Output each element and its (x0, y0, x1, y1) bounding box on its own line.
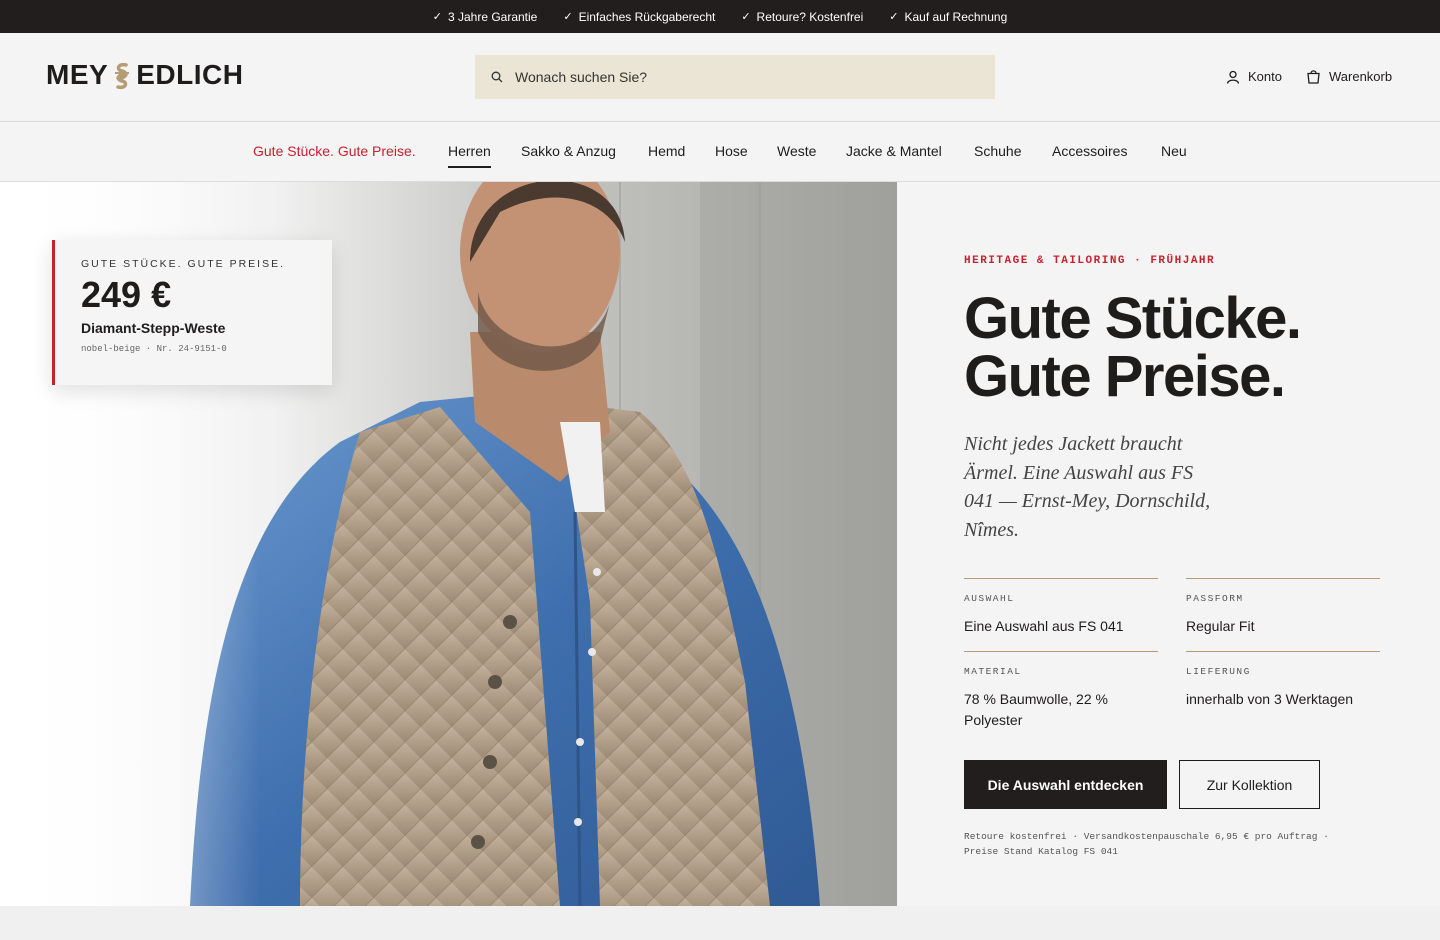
product-name: Diamant-Stepp-Weste (81, 320, 226, 336)
nav-item-accessoires[interactable]: Accessoires (1052, 143, 1127, 159)
usp-item: ✓ 3 Jahre Garantie (432, 9, 538, 24)
logo-mark-icon (112, 60, 132, 90)
site-header: MEY EDLICH Konto Warenkorb (0, 33, 1440, 122)
shipping-note: Retoure kostenfrei · Versandkostenpausch… (964, 831, 1329, 857)
search-icon (491, 71, 503, 83)
hero-kicker: HERITAGE & TAILORING · FRÜHJAHR (964, 255, 1216, 267)
nav-item-weste[interactable]: Weste (777, 143, 816, 159)
user-icon (1226, 70, 1240, 84)
usp-bar: ✓ 3 Jahre Garantie ✓ Einfaches Rückgaberec… (0, 0, 1440, 33)
hero-intro: Nicht jedes Jackett braucht Ärmel. Eine … (964, 433, 1211, 541)
check-icon: ✓ (432, 11, 442, 23)
nav-item-schuhe[interactable]: Schuhe (974, 143, 1021, 159)
spec-material: MATERIAL 78 % Baumwolle, 22 % Polyester (964, 651, 1158, 731)
price-card[interactable]: GUTE STÜCKE. GUTE PREISE. 249 € Diamant-… (52, 240, 332, 385)
nav-item-sakko-anzug[interactable]: Sakko & Anzug (521, 143, 616, 159)
spec-passform: PASSFORM Regular Fit (1186, 578, 1380, 637)
hero-content: HERITAGE & TAILORING · FRÜHJAHR Gute Stü… (897, 182, 1440, 906)
check-icon: ✓ (889, 11, 899, 23)
main-navigation: Gute Stücke. Gute Preise. Herren Sakko &… (0, 122, 1440, 182)
cart-link[interactable]: Warenkorb (1306, 69, 1392, 84)
account-link[interactable]: Konto (1226, 69, 1282, 84)
discover-selection-button[interactable]: Die Auswahl entdecken (964, 760, 1167, 809)
spec-lieferung: LIEFERUNG innerhalb von 3 Werktagen (1186, 651, 1380, 710)
usp-item: ✓ Retoure? Kostenfrei (741, 9, 864, 24)
check-icon: ✓ (563, 11, 573, 23)
nav-item-gute-stuecke[interactable]: Gute Stücke. Gute Preise. (253, 143, 416, 159)
nav-item-hemd[interactable]: Hemd (648, 143, 685, 159)
nav-item-herren[interactable]: Herren (448, 143, 491, 168)
spec-auswahl: AUSWAHL Eine Auswahl aus FS 041 (964, 578, 1158, 637)
price-card-eyebrow: GUTE STÜCKE. GUTE PREISE. (81, 258, 286, 270)
usp-item: ✓ Kauf auf Rechnung (889, 9, 1008, 24)
usp-item: ✓ Einfaches Rückgaberecht (563, 9, 716, 24)
page-bottom (0, 906, 1440, 940)
nav-item-jacke-mantel[interactable]: Jacke & Mantel (846, 143, 942, 159)
check-icon: ✓ (741, 11, 751, 23)
search-input[interactable] (515, 69, 955, 85)
nav-item-hose[interactable]: Hose (715, 143, 748, 159)
shopping-bag-icon (1307, 70, 1320, 84)
nav-item-neu[interactable]: Neu (1161, 143, 1187, 159)
search-bar[interactable] (475, 55, 995, 99)
collection-button[interactable]: Zur Kollektion (1179, 760, 1320, 809)
hero-headline: Gute Stücke. Gute Preise. (964, 286, 1302, 409)
product-meta: nobel-beige · Nr. 24-9151-0 (81, 344, 227, 354)
product-price: 249 € (81, 274, 172, 315)
brand-logo[interactable]: MEY EDLICH (46, 59, 243, 91)
